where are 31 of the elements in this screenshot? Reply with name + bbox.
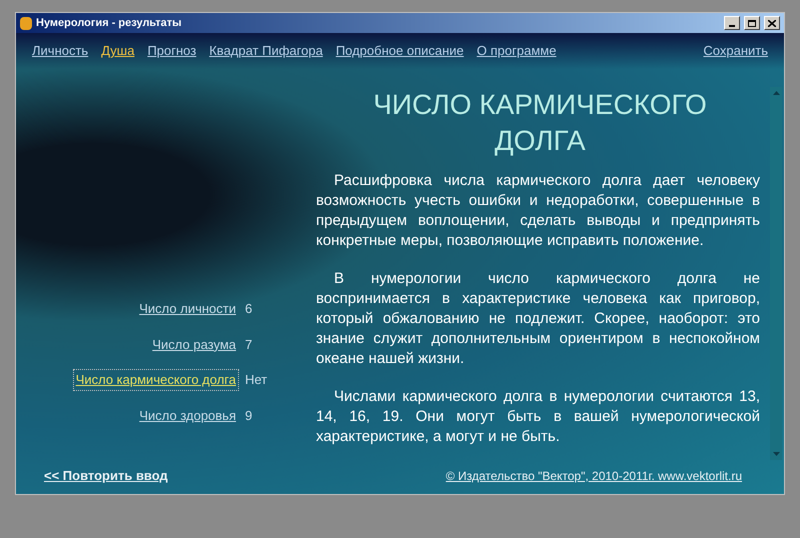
number-link[interactable]: Число разума (149, 334, 239, 355)
page-heading: ЧИСЛО КАРМИЧЕСКОГО ДОЛГА (372, 88, 708, 158)
save-link[interactable]: Сохранить (703, 41, 768, 61)
number-value: 9 (245, 406, 252, 424)
number-link[interactable]: Число личности (136, 298, 239, 320)
number-value: 6 (245, 300, 252, 318)
number-link[interactable]: Число кармического долга (72, 369, 239, 390)
maximize-button[interactable] (744, 16, 760, 30)
minimize-icon (729, 25, 735, 27)
description-paragraph: В нумерологии число кармического долга не воспринимается в характеристике человека как приговор, который обжалованию не подлежит. Скорее, наоборот: это знание служит дополнительным ориентиром в неспокойном океане нашей жизни. (316, 269, 760, 369)
menu-link[interactable]: Прогноз (147, 41, 196, 61)
menu-link[interactable]: Подробное описание (336, 41, 464, 61)
menu-link[interactable]: Душа (101, 41, 134, 61)
copyright-link[interactable]: © Издательство "Вектор", 2010-2011г. www.vektorlit.ru (446, 467, 742, 485)
number-value: 7 (245, 336, 252, 354)
menu-link[interactable]: Личность (32, 41, 88, 61)
window-title: Нумерология - результаты (36, 16, 183, 31)
maximize-icon (748, 20, 756, 26)
description-paragraph: Расшифровка числа кармического долга дает человеку возможность учесть ошибки и недоработки, совершенные в предыдущем воплощении, сделать выводы и предпринять конкретные меры, позволяющие исправить положение. (316, 171, 760, 251)
scroll-down-icon (772, 452, 780, 456)
scroll-up-icon (772, 91, 780, 95)
description-paragraph: Числами кармического долга в нумерологии считаются 13, 14, 16, 19. Они могут быть в вашей нумерологической характеристике, а могут и не быть. (316, 387, 760, 447)
menu-link[interactable]: Квадрат Пифагора (209, 41, 323, 61)
minimize-button[interactable] (724, 16, 740, 30)
number-link[interactable]: Число здоровья (136, 404, 239, 426)
repeat-input-link[interactable]: << Повторить ввод (44, 466, 168, 486)
app-icon (20, 16, 32, 30)
menu-link[interactable]: О программе (476, 41, 556, 61)
number-value: Нет (245, 371, 268, 389)
close-icon (768, 20, 776, 26)
close-button[interactable] (764, 16, 780, 30)
